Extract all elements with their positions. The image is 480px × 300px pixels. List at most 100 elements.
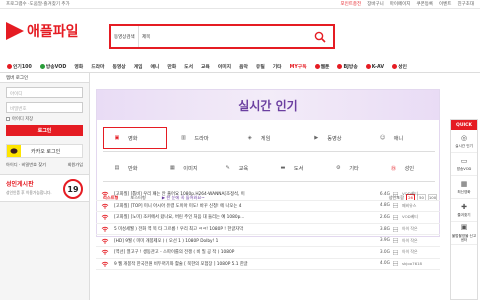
save-id-checkbox[interactable]: 아이디 저장 (6, 116, 83, 122)
quick-item-3[interactable]: ✚ 즐겨찾기 (451, 199, 477, 222)
save-id-label: 아이디 저장 (12, 117, 34, 122)
find-account-link[interactable]: 아이디 · 비밀번호 찾기 (6, 162, 46, 168)
item-title[interactable]: [고화질] [톱비] 우리 패는 안 풀어요 1080p.H264-WANNA[… (114, 191, 368, 197)
nav-item-label: BJ방송 (343, 65, 358, 70)
topbar-link-coupon[interactable]: 쿠폰등록 (416, 1, 433, 7)
category-cell-9[interactable]: ⚙ 기타 (324, 157, 377, 179)
nav-dot-icon (337, 64, 343, 69)
list-item[interactable]: [고화질] [톱비] 우리 패는 안 풀어요 1080p.H264-WANNA[… (96, 189, 440, 201)
search-category-select[interactable]: 동영상검색 (111, 26, 139, 47)
category-cell-3[interactable]: ▶ 동영상 (302, 127, 366, 149)
id-field[interactable]: 아이디 (6, 87, 83, 98)
topbar-left-text[interactable]: 프로그램수 ·도움말·즐겨찾기 추가 (6, 1, 70, 7)
category-icon: ▦ (169, 165, 175, 171)
wifi-icon (96, 249, 114, 255)
category-cell-8[interactable]: ▬ 도서 (269, 157, 322, 179)
category-cell-10[interactable]: ⑲ 성인 (380, 157, 433, 179)
category-cell-4[interactable]: ☺ 애니 (369, 127, 433, 149)
nav-item-1[interactable]: 방송VOD (36, 63, 71, 70)
category-label: 만화 (128, 165, 138, 172)
nav-item-11[interactable]: 음악 (235, 63, 252, 70)
category-cell-1[interactable]: ▥ 드라마 (169, 127, 233, 149)
nav-item-label: 도서 (184, 65, 193, 70)
nav-item-15[interactable]: 웹툰 (311, 63, 334, 70)
category-label: 기타 (349, 165, 359, 172)
category-cell-0[interactable]: ▣ 영화 (103, 127, 168, 149)
nav-item-9[interactable]: 교육 (197, 63, 214, 70)
list-item[interactable]: [HD] 9월 ( 미미 개봉제오 ) ( 오선 1 ) 1080P Dolby… (96, 235, 440, 247)
list-item[interactable]: 9 웹 개봉작 한국전원 비두꺼기와 활술 [ 북한의 모험장 ] 1080P … (96, 259, 440, 271)
quick-header: QUICK (451, 120, 477, 130)
search-field-select[interactable]: 제목 (139, 26, 169, 47)
grid-icon (390, 214, 400, 220)
nav-item-8[interactable]: 도서 (180, 63, 197, 70)
grid-divider (103, 151, 435, 152)
nav-item-5[interactable]: 게임 (130, 63, 147, 70)
nav-item-13[interactable]: 기타 (269, 63, 286, 70)
category-label: 성인 (404, 165, 415, 172)
nav-item-label: 동영상 (112, 65, 126, 70)
password-field[interactable]: 비밀번호 (6, 102, 83, 113)
grid-icon (390, 203, 400, 209)
adult-board-box[interactable]: 성인게시판 성인인증 후 이용가능합니다. 19 (0, 174, 89, 202)
nav-item-4[interactable]: 동영상 (108, 63, 129, 70)
nav-dot-icon (365, 63, 371, 69)
nav-item-label: 애니 (150, 65, 160, 70)
list-item[interactable]: [고화질] [노미] 조커에서 왔나요, 버린 주인 처음 대 들리는 예 10… (96, 212, 440, 224)
main-content: 실시간 인기 ▣ 영화 ▥ 드라마 ◈ 게임 ▶ 동영상 ☺ 애니 ▤ 만화 ▦ 이미지 ✎ 교육 ▬ 도서 ⚙ 기타… (90, 73, 448, 300)
item-title[interactable]: [고화질] [TOP] 미니 아시아 유령 도이아 미도! 바꾸 신청! 에 나… (114, 203, 368, 209)
quick-item-1[interactable]: ▭ 방송VOD (451, 153, 477, 176)
item-title[interactable]: [역선] 열고구 ! 생동관고 - 스파이를의 전쟁 ( 비 밀 공 작 ) 1… (114, 249, 368, 255)
item-uploader: 아이 작은 (402, 226, 418, 232)
nav-item-2[interactable]: 영화 (70, 63, 87, 70)
logo-text: 애플파일 (27, 24, 79, 40)
search-bar: 동영상검색 제목 (109, 24, 335, 49)
category-cell-5[interactable]: ▤ 만화 (103, 157, 156, 179)
quick-item-2[interactable]: ▦ 최신영화 (451, 176, 477, 199)
category-icon: ▬ (280, 165, 286, 171)
category-cell-7[interactable]: ✎ 교육 (214, 157, 267, 179)
nav-item-10[interactable]: 이미지 (214, 63, 235, 70)
topbar-link-event[interactable]: 이벤트 (439, 1, 451, 7)
nav-item-label: K-AV (371, 64, 385, 70)
item-title[interactable]: [HD] 9월 ( 미미 개봉제오 ) ( 오선 1 ) 1080P Dolby… (114, 238, 368, 244)
nav-item-label: 교육 (201, 65, 210, 70)
search-input[interactable] (169, 26, 307, 47)
category-cell-6[interactable]: ▦ 이미지 (158, 157, 211, 179)
nav-item-18[interactable]: 성인 (388, 63, 411, 70)
grid-icon (390, 261, 400, 267)
search-button[interactable] (307, 26, 333, 47)
list-item[interactable]: 5 미성세월 ) 전화 역 목 타 그르릉 ! 우리 최고 ㅋㅋ! 1080P … (96, 224, 440, 236)
item-title[interactable]: 9 웹 개봉작 한국전원 비두꺼기와 활술 [ 북한의 모험장 ] 1080P … (114, 261, 368, 267)
adult-19-badge: 19 (63, 179, 83, 199)
nav-item-label: 성인 (398, 65, 407, 70)
kakao-login-button[interactable]: 카카오 로그인 (6, 144, 83, 158)
nav-item-7[interactable]: 만화 (163, 63, 180, 70)
category-icon: ⚙ (335, 165, 341, 171)
item-title[interactable]: [고화질] [노미] 조커에서 왔나요, 버린 주인 처음 대 들리는 예 10… (114, 214, 368, 220)
list-item[interactable]: [역선] 열고구 ! 생동관고 - 스파이를의 전쟁 ( 비 밀 공 작 ) 1… (96, 247, 440, 259)
nav-item-17[interactable]: K-AV (362, 63, 388, 70)
category-cell-2[interactable]: ◈ 게임 (236, 127, 300, 149)
signup-link[interactable]: 회원가입 (68, 162, 83, 168)
nav-item-3[interactable]: 드라마 (87, 63, 108, 70)
list-item[interactable]: [고화질] [TOP] 미니 아시아 유령 도이아 미도! 바꾸 신청! 에 나… (96, 201, 440, 213)
item-title[interactable]: 5 미성세월 ) 전화 역 목 타 그르릉 ! 우리 최고 ㅋㅋ! 1080P … (114, 226, 368, 232)
item-size: 6.4G (379, 191, 390, 197)
nav-item-12[interactable]: 유틸 (252, 63, 269, 70)
topbar-link-invite[interactable]: 친구초대 (457, 1, 474, 7)
topbar-link-mypage[interactable]: 마이페이지 (390, 1, 411, 7)
nav-item-14[interactable]: MY구독 (286, 63, 311, 70)
nav-item-0[interactable]: 인기100 (3, 63, 36, 70)
login-button[interactable]: 로그인 (6, 125, 83, 136)
logo-play-icon (6, 22, 24, 40)
quick-item-0[interactable]: ◎ 실시간 인기 (451, 130, 477, 153)
item-size: 3.9G (379, 238, 390, 244)
nav-item-16[interactable]: BJ방송 (333, 63, 361, 70)
topbar-link-point[interactable]: 포인트충전 (340, 1, 361, 7)
wifi-icon (96, 226, 114, 232)
nav-item-6[interactable]: 애니 (147, 63, 164, 70)
quick-item-4[interactable]: ▣ 불법촬영물 신고센터 (451, 222, 477, 245)
site-logo[interactable]: 애플파일 (6, 21, 79, 41)
topbar-link-cart[interactable]: 장바구니 (367, 1, 384, 7)
